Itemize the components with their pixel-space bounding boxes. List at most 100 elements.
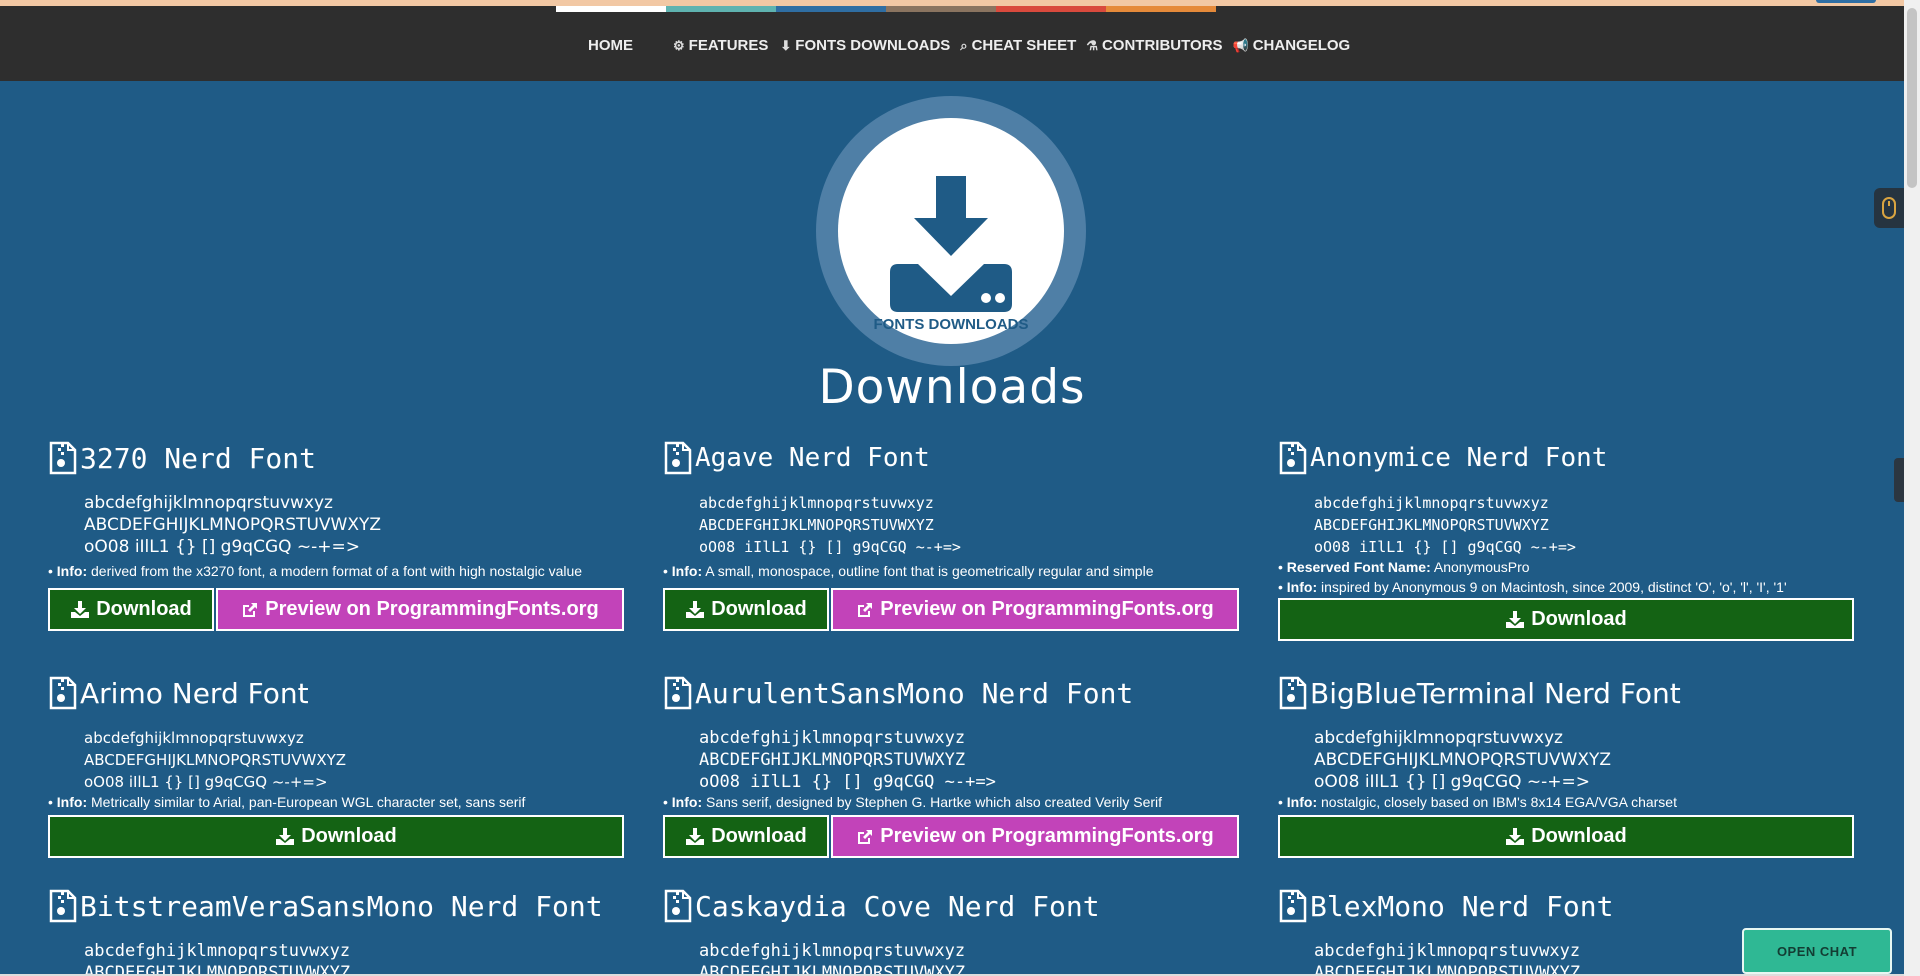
- sample-symbols: oO08 iIlL1 {} [] g9qCGQ ~-+=>: [1314, 772, 1591, 792]
- download-icon: [686, 600, 705, 618]
- font-title: BitstreamVeraSansMono Nerd Font: [48, 886, 624, 926]
- font-info: • Info: inspired by Anonymous 9 on Macin…: [1278, 579, 1787, 595]
- side-tab[interactable]: [1894, 458, 1904, 502]
- open-chat-button[interactable]: OPEN CHAT: [1742, 928, 1892, 974]
- external-link-icon: [243, 602, 258, 617]
- sample-lower: abcdefghijklmnopqrstuvwxyz: [1314, 494, 1549, 512]
- font-card-anonymice: Anonymice Nerd Font abcdefghijklmnopqrst…: [1278, 438, 1854, 641]
- font-card-agave: Agave Nerd Font abcdefghijklmnopqrstuvwx…: [663, 438, 1239, 631]
- download-icon: [276, 827, 295, 845]
- hero-badge-inner: FONTS DOWNLOADS: [838, 118, 1064, 344]
- mouse-icon: [1882, 197, 1896, 219]
- font-title: Agave Nerd Font: [663, 438, 1239, 478]
- button-row: Download Preview on ProgrammingFonts.org: [48, 588, 624, 631]
- download-label: Download: [1531, 825, 1627, 847]
- flask-icon: ⚗: [1086, 37, 1098, 53]
- scrollbar-thumb[interactable]: [1907, 8, 1917, 188]
- nav-contributors-label: CONTRIBUTORS: [1101, 37, 1223, 54]
- sample-upper: ABCDEFGHIJKLMNOPQRSTUVWXYZ: [699, 750, 966, 770]
- info-text: derived from the x3270 font, a modern fo…: [91, 563, 583, 579]
- sample-upper: ABCDEFGHIJKLMNOPQRSTUVWXYZ: [1314, 750, 1612, 770]
- button-row: Download: [1278, 598, 1854, 641]
- font-title-label: Arimo Nerd Font: [80, 676, 309, 710]
- download-button[interactable]: Download: [1278, 598, 1854, 641]
- download-icon: [1506, 610, 1525, 628]
- file-zip-icon: [49, 441, 77, 475]
- nav-home[interactable]: HOME: [588, 37, 633, 54]
- info-label: Info:: [1286, 794, 1318, 810]
- side-widget[interactable]: [1874, 188, 1904, 228]
- download-button[interactable]: Download: [48, 588, 214, 631]
- nav-features[interactable]: ⚙ FEATURES: [673, 37, 768, 54]
- nav-cheat-sheet-label: CHEAT SHEET: [971, 37, 1077, 54]
- reserved-text: AnonymousPro: [1433, 559, 1530, 575]
- font-sample: abcdefghijklmnopqrstuvwxyz ABCDEFGHIJKLMN…: [84, 940, 624, 976]
- nav-colorbar: [556, 6, 1216, 12]
- nav-links: HOME ⚙ FEATURES ⬇ FONTS DOWNLOADS ⌕ CHEA…: [588, 37, 1350, 54]
- font-sample: abcdefghijklmnopqrstuvwxyz ABCDEFGHIJKLMN…: [699, 940, 1239, 976]
- nav-fonts-downloads[interactable]: ⬇ FONTS DOWNLOADS: [780, 37, 950, 54]
- download-label: Download: [301, 825, 397, 847]
- font-title-label: Caskaydia Cove Nerd Font: [695, 889, 1100, 923]
- download-button[interactable]: Download: [663, 588, 829, 631]
- sample-upper: ABCDEFGHIJKLMNOPQRSTUVWXYZ: [1314, 516, 1549, 534]
- font-title: BlexMono Nerd Font: [1278, 886, 1854, 926]
- font-title: Arimo Nerd Font: [48, 673, 624, 713]
- file-zip-icon: [1279, 889, 1307, 923]
- font-sample: abcdefghijklmnopqrstuvwxyz ABCDEFGHIJKLMN…: [1314, 492, 1854, 558]
- font-info: • Info: Metrically similar to Arial, pan…: [48, 794, 526, 810]
- info-text: inspired by Anonymous 9 on Macintosh, si…: [1321, 579, 1787, 595]
- reserved-label: Reserved Font Name:: [1286, 559, 1431, 575]
- gears-icon: ⚙: [673, 37, 685, 53]
- font-title: 3270 Nerd Font: [48, 438, 624, 478]
- hero-download-icon: [890, 176, 1012, 312]
- preview-label: Preview on ProgrammingFonts.org: [880, 598, 1214, 620]
- colorbar-segment: [776, 6, 886, 12]
- external-link-icon: [858, 829, 873, 844]
- info-label: Info:: [671, 563, 703, 579]
- font-title: AurulentSansMono Nerd Font: [663, 673, 1239, 713]
- sample-symbols: oO08 iIlL1 {} [] g9qCGQ ~-+=>: [84, 773, 328, 791]
- hero-label: FONTS DOWNLOADS: [873, 316, 1029, 333]
- preview-label: Preview on ProgrammingFonts.org: [880, 825, 1214, 847]
- colorbar-segment: [666, 6, 776, 12]
- button-row: Download: [1278, 815, 1854, 858]
- download-button[interactable]: Download: [1278, 815, 1854, 858]
- sample-lower: abcdefghijklmnopqrstuvwxyz: [699, 941, 966, 961]
- file-zip-icon: [49, 889, 77, 923]
- scrollbar[interactable]: [1904, 0, 1920, 976]
- font-title-label: Anonymice Nerd Font: [1310, 443, 1608, 473]
- font-card-caskaydia: Caskaydia Cove Nerd Font abcdefghijklmno…: [663, 886, 1239, 976]
- sample-symbols: oO08 iIlL1 {} [] g9qCGQ ~-+=>: [699, 538, 961, 556]
- file-zip-icon: [664, 889, 692, 923]
- font-title-label: 3270 Nerd Font: [80, 441, 317, 475]
- file-zip-icon: [1279, 676, 1307, 710]
- info-label: Info:: [56, 794, 88, 810]
- font-title-label: AurulentSansMono Nerd Font: [695, 676, 1134, 710]
- file-zip-icon: [664, 676, 692, 710]
- nav-contributors[interactable]: ⚗ CONTRIBUTORS: [1086, 37, 1222, 54]
- download-button[interactable]: Download: [48, 815, 624, 858]
- download-button[interactable]: Download: [663, 815, 829, 858]
- sample-upper: ABCDEFGHIJKLMNOPQRSTUVWXYZ: [84, 515, 382, 535]
- nav-changelog[interactable]: 📢 CHANGELOG: [1233, 37, 1351, 54]
- hero-badge: FONTS DOWNLOADS: [816, 96, 1086, 366]
- font-card-arimo: Arimo Nerd Font abcdefghijklmnopqrstuvwx…: [48, 673, 624, 858]
- font-card-bitstream: BitstreamVeraSansMono Nerd Font abcdefgh…: [48, 886, 624, 976]
- preview-button[interactable]: Preview on ProgrammingFonts.org: [831, 588, 1239, 631]
- external-link-icon: [858, 602, 873, 617]
- file-zip-icon: [1279, 441, 1307, 475]
- file-zip-icon: [664, 441, 692, 475]
- font-title-label: Agave Nerd Font: [695, 443, 930, 473]
- download-icon: [1506, 827, 1525, 845]
- sample-lower: abcdefghijklmnopqrstuvwxyz: [84, 493, 333, 513]
- font-info: • Info: Sans serif, designed by Stephen …: [663, 794, 1163, 810]
- download-icon: [686, 827, 705, 845]
- font-info: • Info: A small, monospace, outline font…: [663, 563, 1154, 579]
- font-info: • Info: nostalgic, closely based on IBM'…: [1278, 794, 1677, 810]
- preview-button[interactable]: Preview on ProgrammingFonts.org: [831, 815, 1239, 858]
- colorbar-segment: [886, 6, 996, 12]
- preview-button[interactable]: Preview on ProgrammingFonts.org: [216, 588, 624, 631]
- nav-cheat-sheet[interactable]: ⌕ CHEAT SHEET: [960, 37, 1076, 54]
- nav-changelog-label: CHANGELOG: [1252, 37, 1351, 54]
